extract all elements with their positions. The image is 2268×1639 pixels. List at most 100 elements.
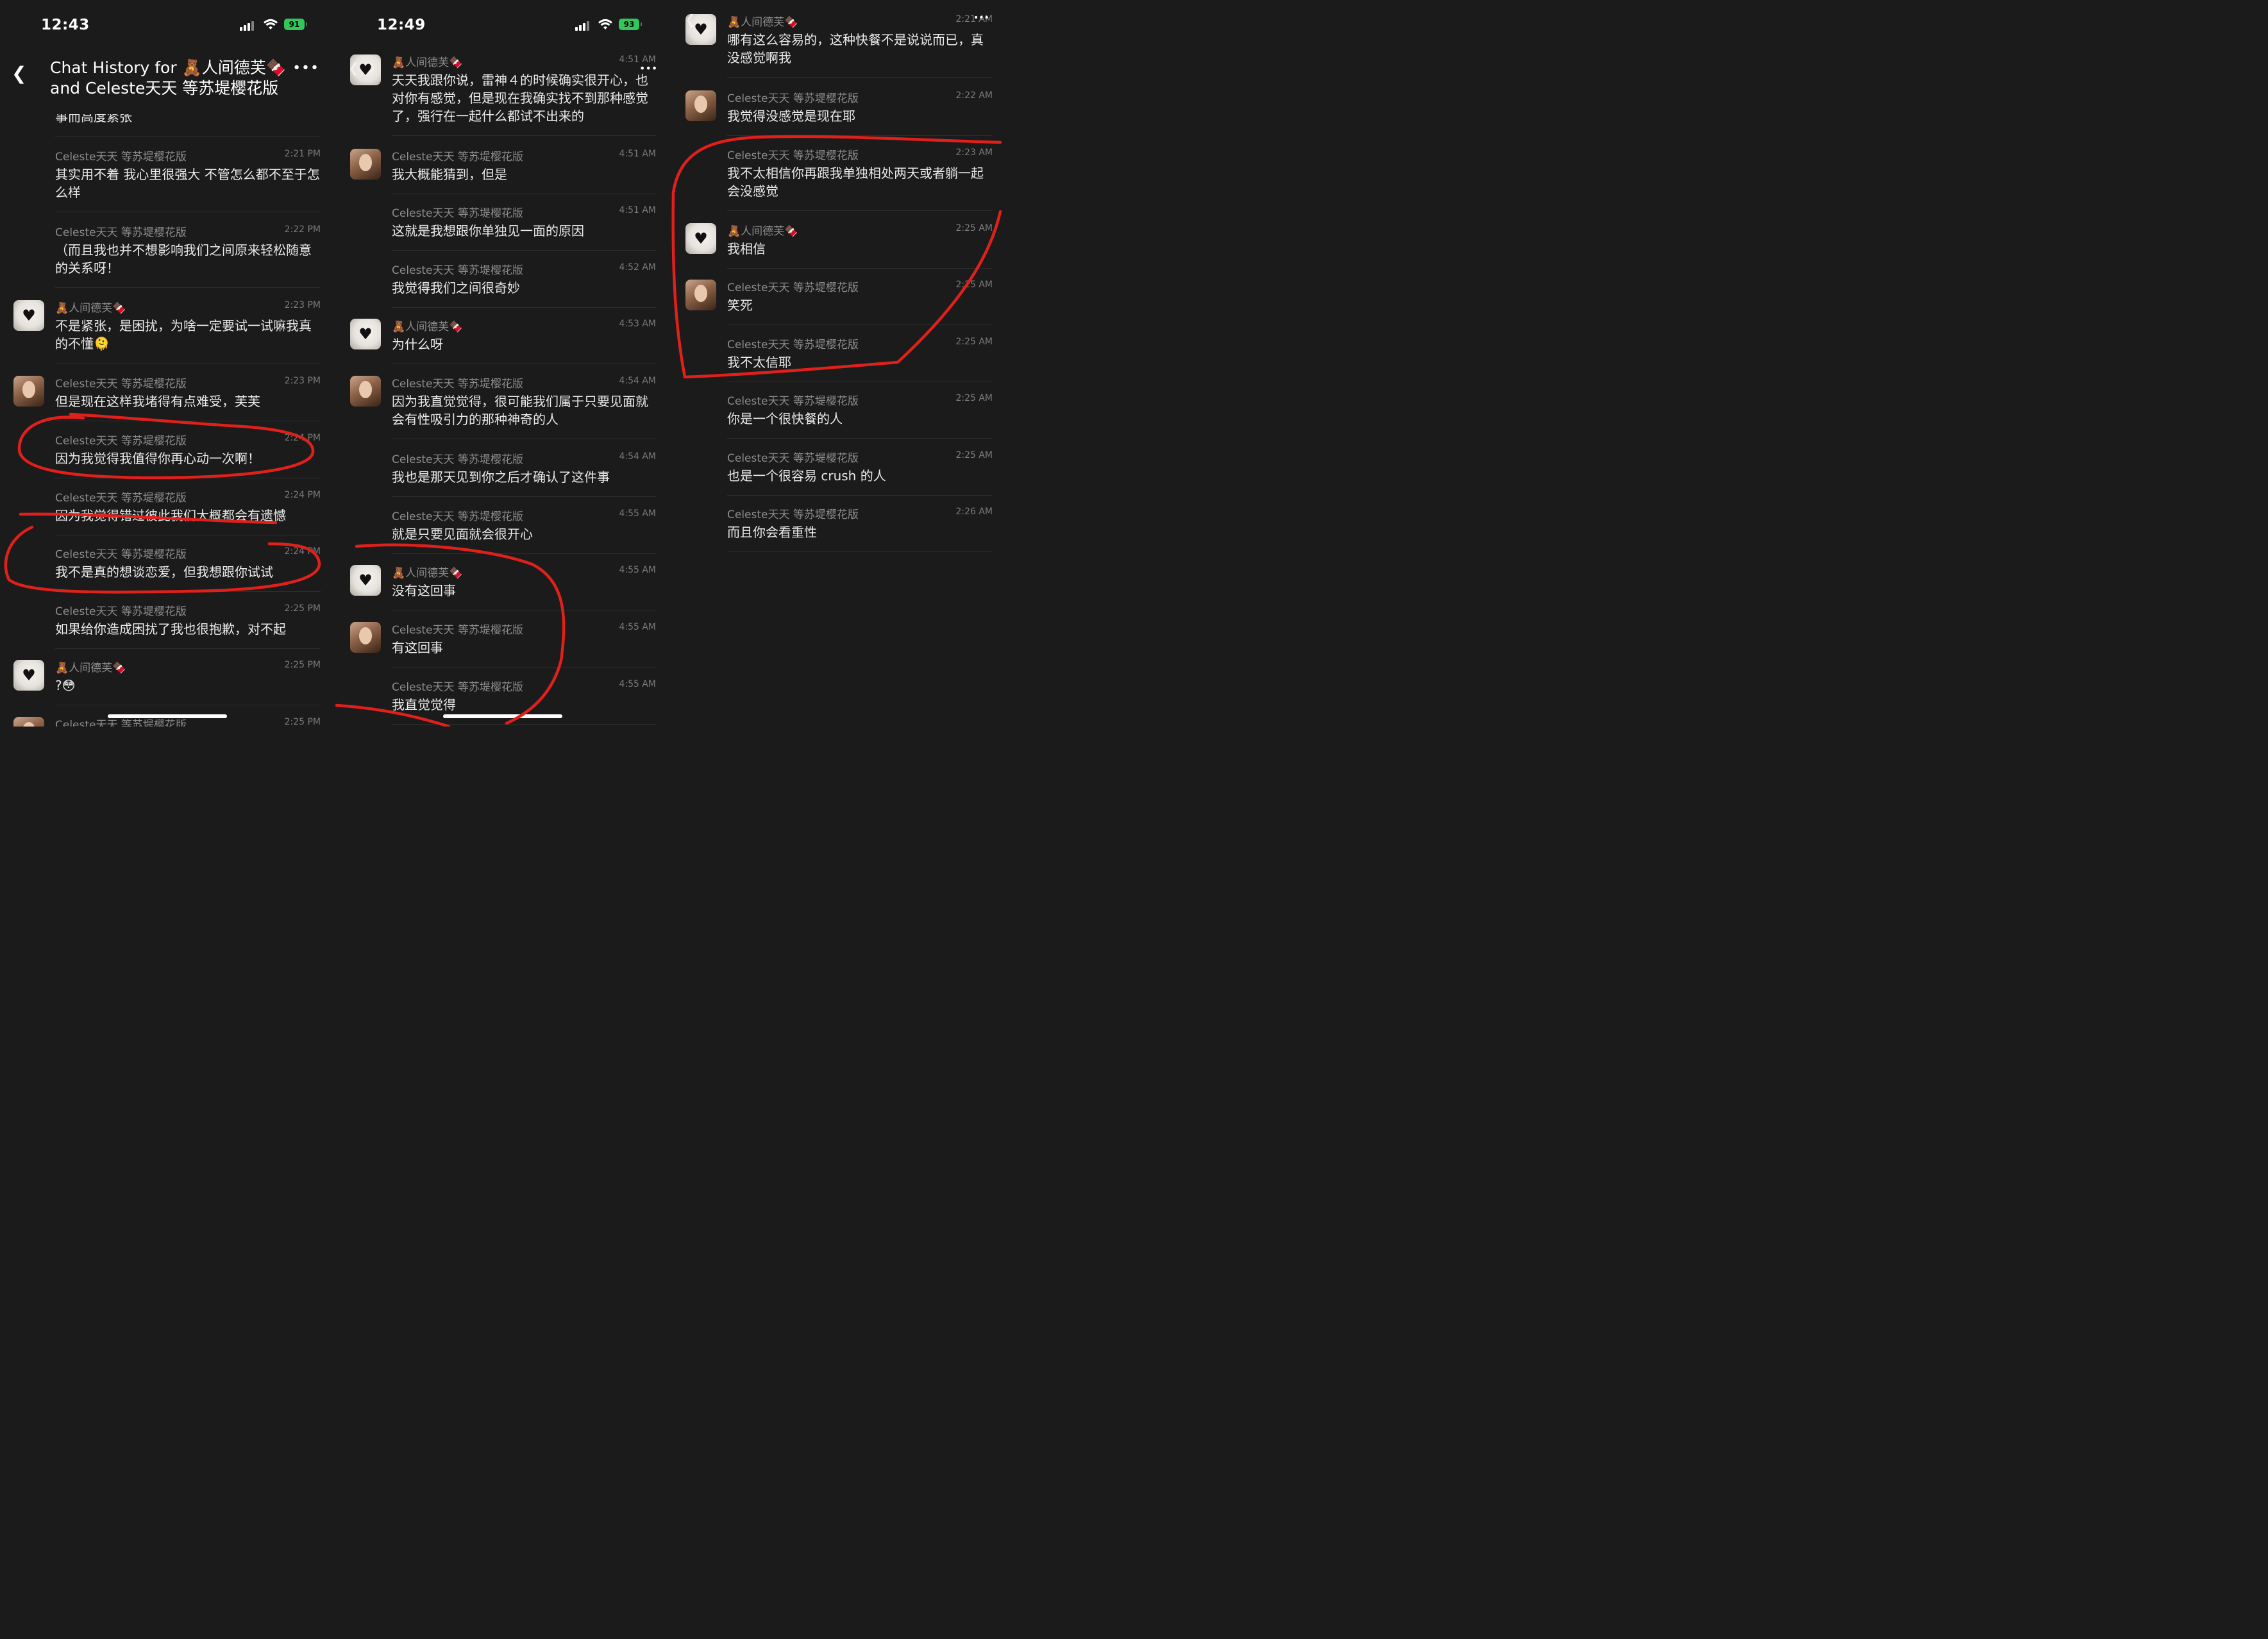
divider [727,210,993,211]
message-time: 2:25 AM [955,223,993,233]
divider [392,553,656,554]
more-options-icon[interactable]: ••• [292,60,319,76]
battery-indicator: 91 [284,19,307,30]
message-time: 2:25 AM [955,393,993,403]
message-sender: 🧸人间德芙🍫 [392,321,463,333]
battery-indicator: 93 [619,19,642,30]
wifi-icon [598,19,612,29]
message-text: 为什么呀 [392,337,443,352]
message-time: 2:24 PM [284,433,321,443]
message-text: 因为我觉得错过彼此我们大概都会有遗憾 [55,508,286,523]
message-sender: 🧸人间德芙🍫 [392,56,463,69]
heart-avatar[interactable]: ♥ [350,319,381,349]
signal-icon [240,21,258,31]
message-text: 我大概能猜到，但是 [392,167,507,182]
message-time: 4:55 AM [619,509,656,519]
divider [55,136,321,137]
message-text: 有这回事 [392,640,443,655]
message-text: 我不是真的想谈恋爱，但我想跟你试试 [55,564,273,580]
heart-avatar[interactable]: ♥ [13,300,44,331]
face-icon [359,627,372,644]
status-bar: 12:43 91 [0,14,333,36]
message-sender: 🧸人间德芙🍫 [727,225,798,238]
message-sender: Celeste天天 等苏堤樱花版 [55,151,187,164]
status-bar: 12:49 93 [337,14,669,36]
profile-avatar[interactable] [13,376,44,407]
message-time: 2:23 PM [284,376,321,386]
message-time: 4:54 AM [619,451,656,462]
heart-avatar[interactable]: ♥ [350,565,381,596]
home-indicator[interactable] [443,714,562,718]
signal-icon [575,21,593,31]
message-sender: Celeste天天 等苏堤樱花版 [55,226,187,239]
face-icon [359,154,372,171]
divider [392,667,656,668]
message-text: 但是现在这样我堵得有点难受，芙芙 [55,394,260,409]
message-time: 4:54 AM [619,376,656,386]
message-text: 我不太相信你再跟我单独相处两天或者躺一起会没感觉 [727,165,984,199]
home-indicator[interactable] [108,714,227,718]
message-sender: Celeste天天 等苏堤樱花版 [727,452,859,465]
divider [727,495,993,496]
profile-avatar[interactable] [350,376,381,407]
nav-bar: ❮ Chat History for 🧸人间德芙🍫 and Celeste天天 … [0,55,333,114]
profile-avatar[interactable] [350,149,381,180]
message-text: 哪有这么容易的，这种快餐不是说说而已，真没感觉啊我 [727,32,984,65]
profile-avatar[interactable] [13,717,44,727]
divider [727,438,993,439]
message-sender: Celeste天天 等苏堤樱花版 [55,605,187,618]
message-sender: Celeste天天 等苏堤樱花版 [727,509,859,521]
back-chevron-icon[interactable]: ❮ [348,60,359,76]
heart-icon: ♥ [358,571,373,589]
chat-panel-3: ♥ 🧸人间德芙🍫 2:21 AM 哪有这么容易的，这种快餐不是说说而已，真没感觉啊我 C… [672,0,1005,727]
status-time: 12:43 [41,17,90,33]
chat-panel-1: 12:43 91 事而高度紧张 ❮ Chat History for 🧸人间德芙… [0,0,333,727]
message-text: （而且我也并不想影响我们之间原来轻松随意的关系呀！ [55,242,312,276]
divider [727,551,993,552]
message-sender: Celeste天天 等苏堤樱花版 [392,207,523,220]
message-sender: Celeste天天 等苏堤樱花版 [55,548,187,561]
divider [392,724,656,725]
message-text: 就是只要见面就会很开心 [392,526,533,542]
more-options-icon[interactable]: ••• [973,13,989,23]
heart-icon: ♥ [22,666,36,684]
message-sender: Celeste天天 等苏堤樱花版 [727,339,859,351]
heart-avatar[interactable]: ♥ [13,660,44,691]
message-text: 不是紧张，是困扰，为啥一定要试一试嘛我真的不懂🫠 [55,318,312,351]
divider [55,591,321,592]
message-text: 笑死 [727,298,753,313]
profile-avatar[interactable] [685,90,716,121]
profile-avatar[interactable] [685,280,716,310]
message-time: 4:52 AM [619,262,656,273]
message-text: 我觉得没感觉是现在耶 [727,108,855,124]
heart-icon: ♥ [694,230,708,248]
message-sender: Celeste天天 等苏堤樱花版 [392,624,523,637]
message-time: 2:25 PM [284,603,321,614]
divider [727,135,993,136]
message-text: 我觉得我们之间很奇妙 [392,280,520,296]
divider [392,496,656,497]
message-text: 我直觉觉得 [392,697,456,712]
message-time: 4:55 AM [619,679,656,689]
profile-avatar[interactable] [350,622,381,653]
message-sender: Celeste天天 等苏堤樱花版 [392,453,523,466]
message-time: 2:25 AM [955,280,993,290]
message-text: 如果给你造成困扰了我也很抱歉，对不起 [55,621,286,637]
message-sender: Celeste天天 等苏堤樱花版 [727,282,859,294]
heart-icon: ♥ [358,325,373,343]
message-time: 4:51 AM [619,205,656,215]
more-options-icon[interactable]: ••• [639,62,657,74]
message-time: 4:55 AM [619,565,656,575]
message-sender: Celeste天天 等苏堤樱花版 [392,151,523,164]
back-chevron-icon[interactable]: ❮ [12,63,26,84]
back-chevron-icon[interactable]: ❮ [685,12,696,27]
heart-avatar[interactable]: ♥ [685,223,716,254]
divider [727,324,993,325]
message-time: 4:53 AM [619,319,656,329]
message-time: 2:23 AM [955,147,993,158]
message-time: 2:25 AM [955,450,993,460]
divider [392,250,656,251]
message-sender: Celeste天天 等苏堤樱花版 [392,264,523,277]
message-time: 2:26 AM [955,507,993,517]
message-text: 而且你会看重性 [727,525,817,540]
